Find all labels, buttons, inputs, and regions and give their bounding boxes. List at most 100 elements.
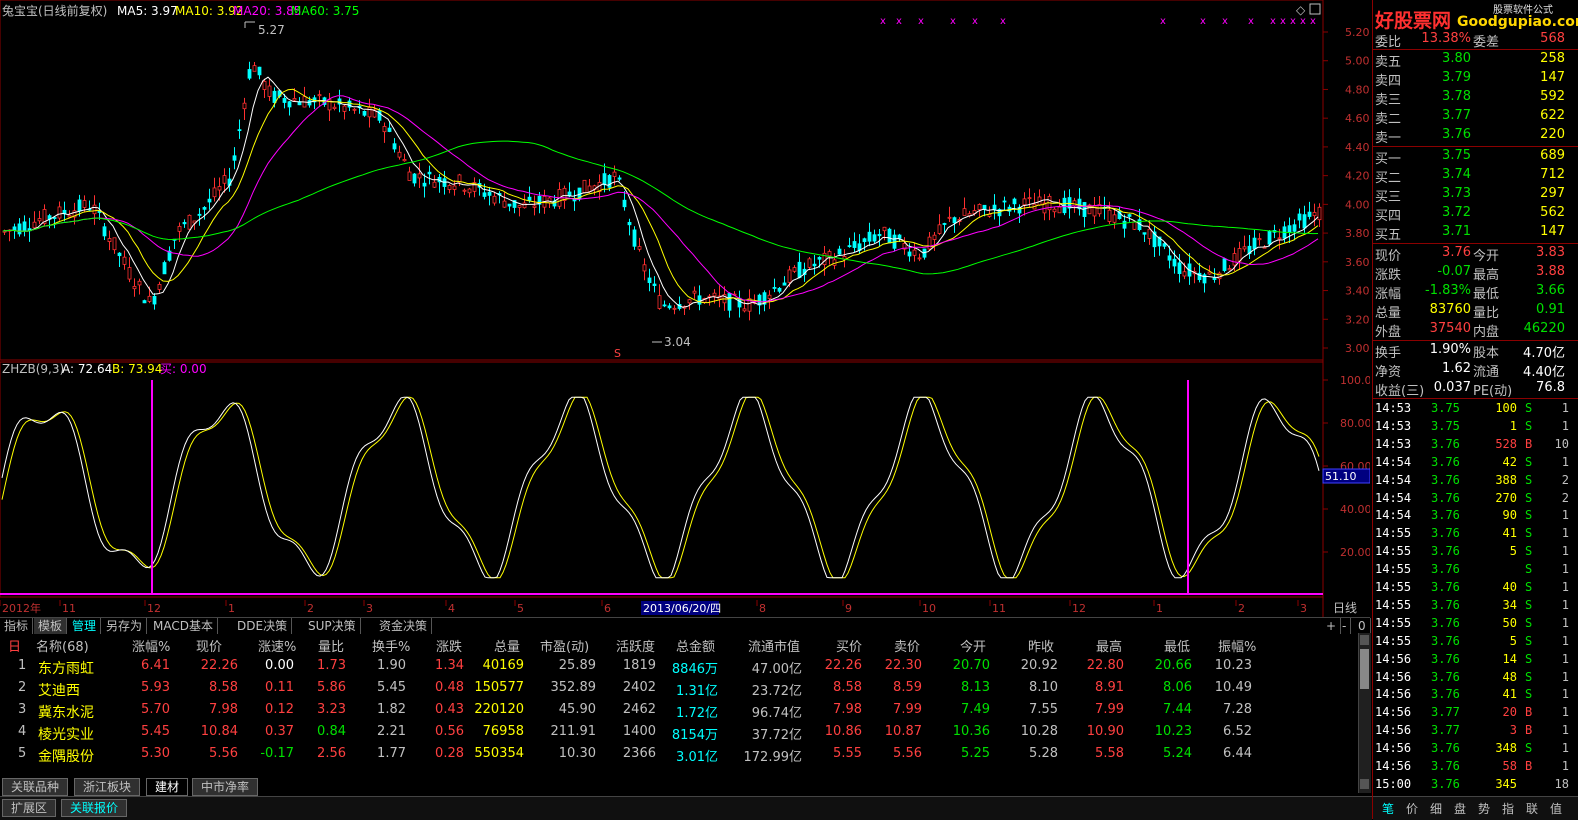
quote-row: 总量 83760 量比 0.91	[1373, 301, 1578, 321]
col-header[interactable]: 总金额	[676, 636, 715, 655]
table-cell: 2462	[622, 702, 656, 717]
quote-text: 收益(三)	[1375, 384, 1425, 399]
quote-text: 0.037	[1433, 380, 1471, 395]
col-header[interactable]: 昨收	[1028, 636, 1054, 655]
quote-tab-6[interactable]: 联	[1521, 800, 1543, 817]
quote-text: 14:55	[1375, 526, 1412, 541]
table-row[interactable]: 4 棱光实业 5.45 10.84 0.37 0.84 2.21 0.56 76958 211.9…	[0, 721, 1356, 743]
table-row[interactable]: 2 艾迪西 5.93 8.58 0.11 5.86 5.45 0.48 150577 352.89…	[0, 677, 1356, 699]
quote-tab-3[interactable]: 盘	[1449, 800, 1471, 817]
col-header[interactable]: 量比	[318, 636, 344, 655]
quote-text: S	[1525, 580, 1533, 594]
svg-text:x: x	[1270, 16, 1276, 27]
sector-tab-1[interactable]: 浙江板块	[74, 778, 141, 796]
tab-2[interactable]: 管理	[68, 618, 102, 634]
table-menu-icon[interactable]: 日	[8, 636, 21, 655]
quote-text: 1	[1561, 597, 1569, 612]
tab-7[interactable]: 资金决策	[375, 618, 433, 634]
quote-text: 4.40亿	[1523, 365, 1565, 380]
quote-text: 3.83	[1536, 245, 1565, 260]
col-header[interactable]: 涨速%	[258, 636, 296, 655]
period-label[interactable]: 日线	[1333, 601, 1357, 615]
col-header[interactable]: 最低	[1164, 636, 1190, 655]
quote-text: S	[1525, 615, 1533, 630]
quote-tab-5[interactable]: 指	[1497, 800, 1519, 817]
quote-text: 622	[1540, 108, 1565, 123]
quote-text: 1	[1561, 544, 1569, 559]
quote-text: 1	[1561, 741, 1569, 756]
tab-4[interactable]: MACD基本	[149, 618, 218, 634]
tab-1[interactable]: 模板	[34, 618, 68, 634]
col-header[interactable]: 今开	[960, 636, 986, 655]
sector-tab-0[interactable]: 关联品种	[2, 778, 69, 796]
table-cell: 47.00亿	[751, 662, 802, 677]
col-header[interactable]: 流通市值	[748, 636, 800, 655]
table-cell: 7.44	[1163, 702, 1192, 717]
col-header[interactable]: 总量	[494, 636, 520, 655]
quote-text: 5	[1509, 544, 1517, 559]
tab-0[interactable]: 指标	[0, 618, 34, 634]
quote-text: 14	[1502, 651, 1517, 666]
quote-tab-0[interactable]: 笔	[1377, 800, 1399, 817]
col-header[interactable]: 涨跌	[436, 636, 462, 655]
table-cell: 8.10	[1029, 680, 1058, 695]
quote-text: 100	[1495, 401, 1517, 415]
quote-text: 18	[1554, 776, 1569, 791]
diamond-icon[interactable]: ◇	[1296, 3, 1306, 17]
sector-tab-2[interactable]: 建材	[146, 778, 189, 796]
col-header[interactable]: 振幅%	[1218, 636, 1256, 655]
quote-tab-2[interactable]: 细	[1425, 800, 1447, 817]
table-cell: 棱光实业	[38, 727, 94, 743]
sector-tab-3[interactable]: 中市净率	[192, 778, 259, 796]
scroll-down-icon[interactable]	[1360, 779, 1369, 789]
quote-text: 3.76	[1431, 687, 1460, 702]
table-cell: 1.31亿	[676, 684, 718, 699]
quote-bottom-tabs: 笔价细盘势指联值	[1373, 796, 1578, 820]
tab-6[interactable]: SUP决策	[304, 618, 361, 634]
scroll-thumb[interactable]	[1360, 649, 1369, 689]
table-scrollbar[interactable]	[1358, 633, 1371, 793]
col-header[interactable]: 涨幅%	[132, 636, 170, 655]
quote-row: 涨幅 -1.83% 最低 3.66	[1373, 282, 1578, 302]
tab-control-1[interactable]: -	[1338, 618, 1352, 634]
col-header[interactable]: 活跃度	[616, 636, 655, 655]
quote-text: S	[1525, 669, 1533, 684]
restore-icon[interactable]	[1309, 3, 1321, 15]
table-cell: 5.93	[141, 680, 170, 695]
quote-tab-4[interactable]: 势	[1473, 800, 1495, 817]
table-row[interactable]: 1 东方雨虹 6.41 22.26 0.00 1.73 1.90 1.34 40169 25.89…	[0, 655, 1356, 677]
col-header[interactable]: 名称(68)	[36, 636, 89, 655]
col-header[interactable]: 最高	[1096, 636, 1122, 655]
table-cell: 5.25	[961, 746, 990, 761]
col-header[interactable]: 买价	[836, 636, 862, 655]
quote-row: 14:55 3.76 S 1	[1373, 561, 1578, 579]
price-tick: 3.40	[1345, 285, 1370, 298]
quote-text: 3.76	[1431, 562, 1460, 577]
quote-tab-1[interactable]: 价	[1401, 800, 1423, 817]
col-header[interactable]: 卖价	[894, 636, 920, 655]
table-cell: 2.56	[317, 746, 346, 761]
status-tab-0[interactable]: 扩展区	[2, 799, 57, 817]
quote-tab-7[interactable]: 值	[1545, 800, 1567, 817]
quote-text: 14:56	[1375, 669, 1412, 684]
col-header[interactable]: 换手%	[372, 636, 410, 655]
status-tab-1[interactable]: 关联报价	[61, 799, 128, 817]
tab-3[interactable]: 另存为	[102, 618, 148, 634]
quote-row: 14:55 3.76 50 S 1	[1373, 615, 1578, 633]
quote-text: 14:55	[1375, 615, 1412, 630]
table-cell: 0.84	[317, 724, 346, 739]
scroll-up-icon[interactable]	[1360, 635, 1369, 645]
table-cell: 23.72亿	[751, 684, 802, 699]
col-header[interactable]: 现价	[196, 636, 222, 655]
table-cell: 22.30	[884, 658, 922, 673]
quote-text: 58	[1502, 759, 1517, 773]
quote-row: 14:56 3.76 14 S 1	[1373, 651, 1578, 669]
svg-text:x: x	[1160, 16, 1166, 27]
tab-control-2[interactable]: 0	[1354, 618, 1371, 634]
table-cell: 22.26	[200, 658, 238, 673]
chart-area[interactable]: 兔宝宝(日线前复权) MA5: 3.97MA10: 3.92MA20: 3.85…	[0, 0, 1370, 630]
table-row[interactable]: 5 金隅股份 5.30 5.56 -0.17 2.56 1.77 0.28 550354 10.3…	[0, 743, 1356, 765]
tab-5[interactable]: DDE决策	[233, 618, 293, 634]
table-row[interactable]: 3 冀东水泥 5.70 7.98 0.12 3.23 1.82 0.43 220120 45.90…	[0, 699, 1356, 721]
col-header[interactable]: 市盈(动)	[540, 636, 589, 655]
